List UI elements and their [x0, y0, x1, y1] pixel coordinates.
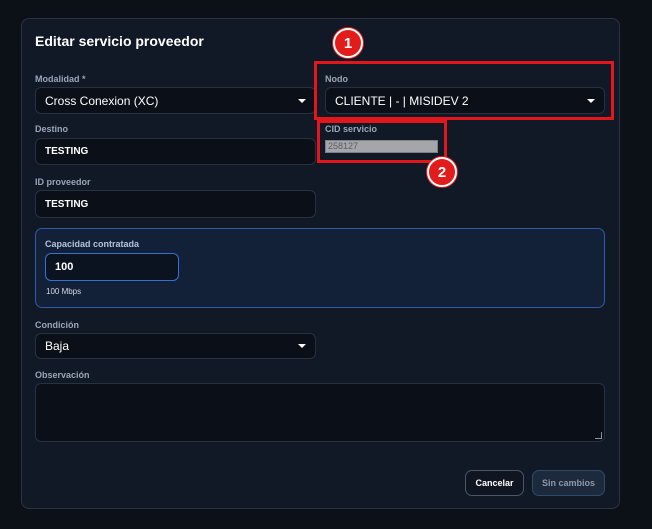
step-badge-1: 1 [333, 28, 363, 58]
cid-highlight-box [317, 120, 447, 163]
condicion-value: Baja [45, 339, 70, 353]
destino-value: TESTING [45, 146, 89, 157]
cancel-button[interactable]: Cancelar [465, 470, 524, 496]
resize-handle-icon[interactable] [595, 432, 602, 439]
nodo-highlight-box [314, 61, 614, 120]
id-proveedor-label: ID proveedor [35, 177, 91, 187]
observacion-textarea[interactable] [35, 383, 605, 442]
step-badge-2: 2 [427, 157, 457, 187]
save-button[interactable]: Sin cambios [532, 470, 605, 496]
capacidad-label: Capacidad contratada [45, 239, 140, 249]
id-proveedor-value: TESTING [45, 198, 89, 210]
condicion-select[interactable]: Baja [35, 333, 316, 359]
chevron-down-icon [298, 344, 306, 348]
id-proveedor-input[interactable]: TESTING [35, 190, 316, 218]
observacion-label: Observación [35, 370, 90, 380]
capacidad-value: 100 [55, 261, 74, 273]
modalidad-label: Modalidad * [35, 74, 86, 84]
condicion-label: Condición [35, 320, 79, 330]
capacidad-input[interactable]: 100 [45, 253, 179, 281]
chevron-down-icon [298, 98, 306, 103]
capacidad-hint: 100 Mbps [46, 287, 82, 296]
modalidad-value: Cross Conexion (XC) [45, 93, 159, 108]
destino-label: Destino [35, 124, 69, 134]
destino-input[interactable]: TESTING [35, 138, 316, 165]
dialog-title: Editar servicio proveedor [35, 33, 204, 49]
modalidad-select[interactable]: Cross Conexion (XC) [35, 87, 316, 114]
